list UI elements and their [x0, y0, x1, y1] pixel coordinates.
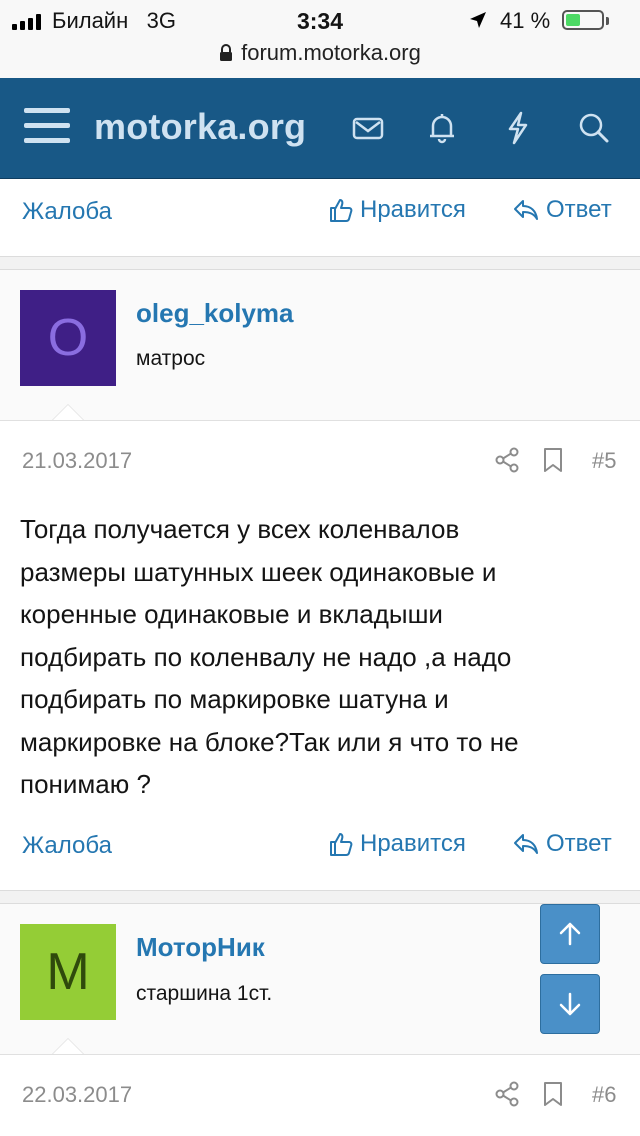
post-text-line: подбирать по маркировке шатуна и: [20, 684, 449, 714]
battery-percent: 41 %: [500, 8, 551, 33]
lightning-icon[interactable]: [500, 110, 536, 146]
scroll-up-button[interactable]: [540, 904, 600, 964]
post-meta: 22.03.2017 #6: [0, 1064, 640, 1124]
location-arrow-icon: [470, 12, 486, 28]
url-text: forum.motorka.org: [241, 40, 421, 65]
reply-label: Ответ: [546, 196, 612, 223]
arrow-up-icon: [559, 922, 581, 946]
avatar[interactable]: M: [20, 924, 116, 1020]
bookmark-icon[interactable]: [542, 1080, 564, 1108]
arrow-down-icon: [559, 992, 581, 1016]
username[interactable]: oleg_kolyma: [136, 298, 294, 329]
bookmark-icon[interactable]: [542, 446, 564, 474]
post-text-line: подбирать по коленвалу не надо ,а надо: [20, 641, 512, 672]
user-block-pointer: [52, 1038, 84, 1054]
post-separator: [0, 256, 640, 270]
user-block: O oleg_kolyma матрос: [0, 270, 640, 421]
post-text-line: понимаю ?: [20, 769, 151, 799]
site-logo[interactable]: motorka.org: [94, 106, 306, 148]
envelope-icon[interactable]: [350, 110, 386, 146]
post-text-line: размеры шатунных шеек одинаковые и: [20, 556, 497, 587]
user-title: матрос: [136, 347, 206, 370]
address-bar[interactable]: forum.motorka.org: [0, 40, 640, 66]
user-title: старшина 1ст.: [136, 982, 273, 1005]
like-label: Нравится: [360, 196, 466, 223]
reply-button[interactable]: Ответ: [512, 196, 612, 224]
username[interactable]: МоторНик: [136, 932, 265, 963]
reply-button[interactable]: Ответ: [512, 830, 612, 858]
like-button[interactable]: Нравится: [328, 196, 466, 224]
search-icon[interactable]: [576, 110, 612, 146]
status-bar: Билайн 3G 3:34 41 % forum.motorka.org: [0, 0, 640, 78]
avatar-letter: M: [46, 943, 90, 1001]
user-block-pointer: [52, 404, 84, 420]
scroll-down-button[interactable]: [540, 974, 600, 1034]
share-icon[interactable]: [494, 1080, 520, 1108]
share-icon[interactable]: [494, 446, 520, 474]
avatar[interactable]: O: [20, 290, 116, 386]
battery-icon: [562, 10, 604, 30]
post-actions: Жалоба Нравится Ответ: [0, 816, 640, 876]
reply-label: Ответ: [546, 830, 612, 857]
post-number[interactable]: #5: [592, 448, 616, 474]
post-text-line: маркировке на блоке?Так или я что то не: [20, 726, 519, 757]
post-number[interactable]: #6: [592, 1082, 616, 1108]
bell-icon[interactable]: [424, 110, 460, 146]
like-label: Нравится: [360, 830, 466, 857]
post-separator: [0, 890, 640, 904]
reply-icon: [514, 200, 538, 220]
avatar-letter: O: [47, 309, 89, 367]
report-link[interactable]: Жалоба: [22, 832, 112, 860]
post-text-line: Тогда получается у всех коленвалов: [20, 514, 460, 544]
menu-icon[interactable]: [24, 108, 70, 148]
post-meta: 21.03.2017 #5: [0, 430, 640, 490]
site-header: motorka.org: [0, 78, 640, 179]
lock-icon: [220, 44, 233, 61]
post-date[interactable]: 21.03.2017: [22, 448, 132, 474]
thumbs-up-icon: [330, 199, 353, 222]
post-actions: Жалоба Нравится Ответ: [0, 182, 640, 242]
battery-tip: [606, 17, 609, 25]
report-link[interactable]: Жалоба: [22, 198, 112, 226]
post-text-line: коренные одинаковые и вкладыши: [20, 599, 443, 629]
reply-icon: [514, 834, 538, 854]
like-button[interactable]: Нравится: [328, 830, 466, 858]
thumbs-up-icon: [330, 833, 353, 856]
post-date[interactable]: 22.03.2017: [22, 1082, 132, 1108]
post-body: Тогда получается у всех коленвалов разме…: [20, 508, 620, 806]
